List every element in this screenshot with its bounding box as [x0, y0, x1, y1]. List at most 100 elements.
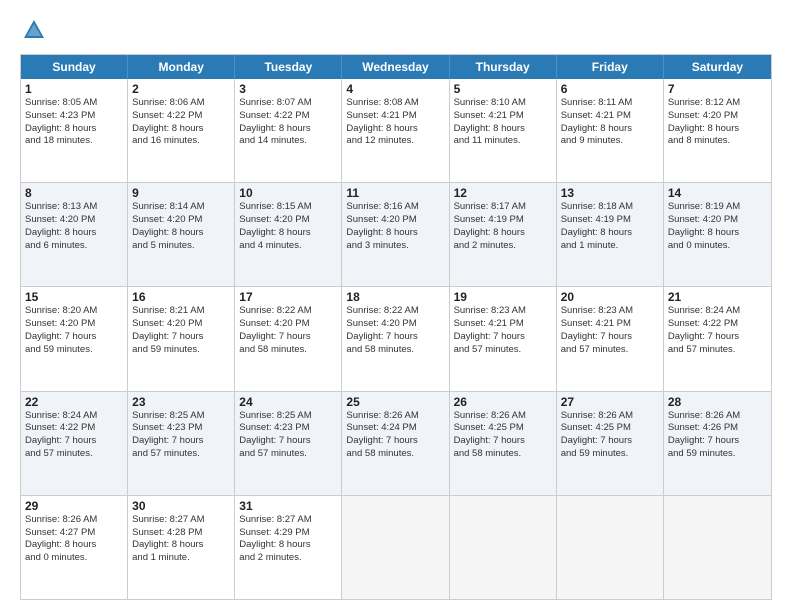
day-number: 12: [454, 186, 552, 200]
day-cell-2: 2Sunrise: 8:06 AMSunset: 4:22 PMDaylight…: [128, 79, 235, 182]
day-cell-21: 21Sunrise: 8:24 AMSunset: 4:22 PMDayligh…: [664, 287, 771, 390]
day-cell-26: 26Sunrise: 8:26 AMSunset: 4:25 PMDayligh…: [450, 392, 557, 495]
cell-line: Sunset: 4:29 PM: [239, 527, 337, 540]
cell-line: Sunrise: 8:26 AM: [454, 410, 552, 423]
cell-line: Sunrise: 8:22 AM: [239, 305, 337, 318]
header-cell-wednesday: Wednesday: [342, 55, 449, 79]
cell-line: Sunset: 4:20 PM: [239, 214, 337, 227]
day-number: 31: [239, 499, 337, 513]
logo-icon: [20, 16, 48, 44]
cell-line: and 18 minutes.: [25, 135, 123, 148]
cell-line: Daylight: 8 hours: [239, 227, 337, 240]
calendar-row-1: 1Sunrise: 8:05 AMSunset: 4:23 PMDaylight…: [21, 79, 771, 183]
cell-line: Sunset: 4:26 PM: [668, 422, 767, 435]
day-number: 10: [239, 186, 337, 200]
cell-line: Sunset: 4:20 PM: [668, 110, 767, 123]
calendar-header-row: SundayMondayTuesdayWednesdayThursdayFrid…: [21, 55, 771, 79]
cell-line: Sunrise: 8:24 AM: [25, 410, 123, 423]
cell-line: Sunrise: 8:26 AM: [668, 410, 767, 423]
cell-line: Daylight: 7 hours: [668, 331, 767, 344]
logo: [20, 16, 52, 44]
cell-line: Sunset: 4:19 PM: [561, 214, 659, 227]
cell-line: and 9 minutes.: [561, 135, 659, 148]
cell-line: Sunrise: 8:05 AM: [25, 97, 123, 110]
empty-cell: [557, 496, 664, 599]
day-number: 11: [346, 186, 444, 200]
cell-line: Sunset: 4:23 PM: [239, 422, 337, 435]
day-cell-8: 8Sunrise: 8:13 AMSunset: 4:20 PMDaylight…: [21, 183, 128, 286]
cell-line: Sunrise: 8:18 AM: [561, 201, 659, 214]
cell-line: Sunrise: 8:19 AM: [668, 201, 767, 214]
day-number: 7: [668, 82, 767, 96]
cell-line: and 58 minutes.: [454, 448, 552, 461]
cell-line: Daylight: 8 hours: [239, 539, 337, 552]
day-cell-4: 4Sunrise: 8:08 AMSunset: 4:21 PMDaylight…: [342, 79, 449, 182]
cell-line: Sunset: 4:21 PM: [561, 110, 659, 123]
cell-line: and 11 minutes.: [454, 135, 552, 148]
cell-line: Sunset: 4:20 PM: [132, 318, 230, 331]
day-number: 19: [454, 290, 552, 304]
cell-line: Sunrise: 8:27 AM: [132, 514, 230, 527]
day-number: 2: [132, 82, 230, 96]
cell-line: Sunrise: 8:26 AM: [25, 514, 123, 527]
cell-line: Daylight: 7 hours: [668, 435, 767, 448]
day-cell-7: 7Sunrise: 8:12 AMSunset: 4:20 PMDaylight…: [664, 79, 771, 182]
day-cell-24: 24Sunrise: 8:25 AMSunset: 4:23 PMDayligh…: [235, 392, 342, 495]
cell-line: and 4 minutes.: [239, 240, 337, 253]
day-number: 8: [25, 186, 123, 200]
cell-line: Sunset: 4:22 PM: [239, 110, 337, 123]
cell-line: Sunrise: 8:14 AM: [132, 201, 230, 214]
day-number: 17: [239, 290, 337, 304]
cell-line: Daylight: 8 hours: [561, 227, 659, 240]
cell-line: Daylight: 8 hours: [346, 227, 444, 240]
cell-line: and 2 minutes.: [454, 240, 552, 253]
cell-line: Daylight: 7 hours: [239, 435, 337, 448]
day-cell-9: 9Sunrise: 8:14 AMSunset: 4:20 PMDaylight…: [128, 183, 235, 286]
cell-line: Sunset: 4:22 PM: [132, 110, 230, 123]
day-cell-25: 25Sunrise: 8:26 AMSunset: 4:24 PMDayligh…: [342, 392, 449, 495]
cell-line: Sunrise: 8:20 AM: [25, 305, 123, 318]
cell-line: Sunset: 4:20 PM: [239, 318, 337, 331]
header-cell-thursday: Thursday: [450, 55, 557, 79]
cell-line: Sunset: 4:20 PM: [132, 214, 230, 227]
cell-line: Daylight: 7 hours: [561, 435, 659, 448]
day-number: 22: [25, 395, 123, 409]
day-cell-10: 10Sunrise: 8:15 AMSunset: 4:20 PMDayligh…: [235, 183, 342, 286]
day-cell-17: 17Sunrise: 8:22 AMSunset: 4:20 PMDayligh…: [235, 287, 342, 390]
day-number: 30: [132, 499, 230, 513]
day-cell-20: 20Sunrise: 8:23 AMSunset: 4:21 PMDayligh…: [557, 287, 664, 390]
cell-line: and 57 minutes.: [132, 448, 230, 461]
cell-line: Sunset: 4:20 PM: [346, 214, 444, 227]
day-number: 13: [561, 186, 659, 200]
day-number: 27: [561, 395, 659, 409]
day-cell-30: 30Sunrise: 8:27 AMSunset: 4:28 PMDayligh…: [128, 496, 235, 599]
cell-line: Daylight: 8 hours: [132, 227, 230, 240]
cell-line: and 14 minutes.: [239, 135, 337, 148]
cell-line: Sunset: 4:21 PM: [561, 318, 659, 331]
day-cell-1: 1Sunrise: 8:05 AMSunset: 4:23 PMDaylight…: [21, 79, 128, 182]
cell-line: Sunset: 4:24 PM: [346, 422, 444, 435]
day-number: 20: [561, 290, 659, 304]
day-number: 1: [25, 82, 123, 96]
day-cell-5: 5Sunrise: 8:10 AMSunset: 4:21 PMDaylight…: [450, 79, 557, 182]
day-number: 18: [346, 290, 444, 304]
cell-line: Sunrise: 8:24 AM: [668, 305, 767, 318]
day-cell-6: 6Sunrise: 8:11 AMSunset: 4:21 PMDaylight…: [557, 79, 664, 182]
header-cell-saturday: Saturday: [664, 55, 771, 79]
cell-line: and 57 minutes.: [454, 344, 552, 357]
cell-line: Daylight: 8 hours: [25, 123, 123, 136]
day-cell-14: 14Sunrise: 8:19 AMSunset: 4:20 PMDayligh…: [664, 183, 771, 286]
day-number: 25: [346, 395, 444, 409]
cell-line: Sunrise: 8:25 AM: [132, 410, 230, 423]
cell-line: Sunrise: 8:13 AM: [25, 201, 123, 214]
cell-line: Sunrise: 8:08 AM: [346, 97, 444, 110]
cell-line: Sunrise: 8:16 AM: [346, 201, 444, 214]
cell-line: Sunrise: 8:12 AM: [668, 97, 767, 110]
day-cell-23: 23Sunrise: 8:25 AMSunset: 4:23 PMDayligh…: [128, 392, 235, 495]
day-number: 26: [454, 395, 552, 409]
cell-line: Sunrise: 8:23 AM: [454, 305, 552, 318]
cell-line: Daylight: 8 hours: [346, 123, 444, 136]
cell-line: Daylight: 8 hours: [561, 123, 659, 136]
cell-line: and 1 minute.: [561, 240, 659, 253]
cell-line: and 2 minutes.: [239, 552, 337, 565]
